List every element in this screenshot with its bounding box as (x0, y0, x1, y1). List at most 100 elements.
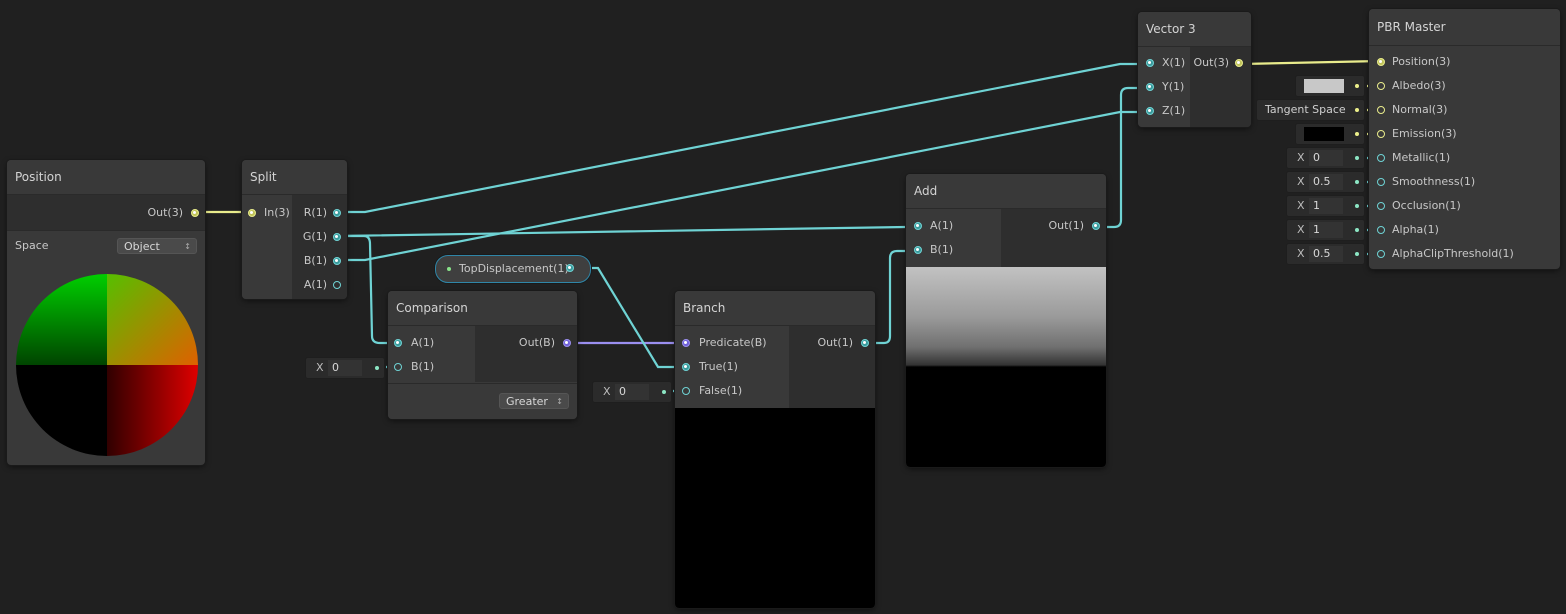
port-connector-icon[interactable] (1146, 59, 1154, 67)
output-port-r[interactable]: R(1) (292, 201, 347, 225)
add-node[interactable]: Add A(1) B(1) Out(1) (906, 174, 1106, 467)
port-connector-icon[interactable] (1377, 226, 1385, 234)
input-port-b[interactable]: B(1) (388, 355, 475, 379)
output-port-out[interactable]: Out(1) (1001, 214, 1106, 238)
input-port-alpha-clip-threshold[interactable]: AlphaClipThreshold(1) (1369, 242, 1560, 266)
node-title[interactable]: Branch (675, 291, 875, 326)
value-field[interactable]: 1 (1309, 222, 1343, 238)
alpha-input[interactable]: X 1 (1287, 220, 1364, 240)
port-connector-icon[interactable] (1377, 202, 1385, 210)
input-port-b[interactable]: B(1) (906, 238, 1001, 262)
port-connector-icon[interactable] (333, 257, 341, 265)
emission-color-input[interactable] (1296, 124, 1364, 144)
top-displacement-property-node[interactable]: TopDisplacement(1) (435, 255, 591, 283)
value-field[interactable]: 0 (328, 360, 362, 376)
branch-node[interactable]: Branch Predicate(B) True(1) False(1) Out… (675, 291, 875, 608)
normal-space-input[interactable]: Tangent Space (1257, 100, 1364, 120)
port-connector-icon[interactable] (914, 246, 922, 254)
port-label: Out(3) (147, 206, 183, 219)
smoothness-input[interactable]: X 0.5 (1287, 172, 1364, 192)
alpha-clip-threshold-input[interactable]: X 0.5 (1287, 244, 1364, 264)
input-port-a[interactable]: A(1) (388, 331, 475, 355)
port-connector-icon[interactable] (394, 339, 402, 347)
output-port-out[interactable]: Out(3) (85, 201, 205, 225)
port-connector-icon[interactable] (1146, 107, 1154, 115)
port-connector-icon[interactable] (333, 281, 341, 289)
branch-false-default-input[interactable]: X 0 (593, 382, 671, 402)
occlusion-input[interactable]: X 1 (1287, 196, 1364, 216)
input-port-metallic[interactable]: Metallic(1) (1369, 146, 1560, 170)
input-port-position[interactable]: Position(3) (1369, 50, 1560, 74)
node-title[interactable]: Comparison (388, 291, 577, 326)
port-connector-icon[interactable] (566, 264, 574, 272)
comparison-b-default-input[interactable]: X 0 (306, 358, 384, 378)
split-node[interactable]: Split In(3) R(1) G(1) B(1) A(1) (242, 160, 347, 299)
input-port-normal[interactable]: Normal(3) (1369, 98, 1560, 122)
vector3-node[interactable]: Vector 3 X(1) Y(1) Z(1) Out(3) (1138, 12, 1251, 127)
port-connector-icon[interactable] (1377, 58, 1385, 66)
emission-color-swatch[interactable] (1304, 127, 1344, 141)
space-dropdown[interactable]: Object ↕ (117, 238, 197, 254)
input-port-smoothness[interactable]: Smoothness(1) (1369, 170, 1560, 194)
port-connector-icon[interactable] (682, 387, 690, 395)
port-connector-icon[interactable] (861, 339, 869, 347)
output-port-out[interactable]: Out(B) (475, 331, 577, 355)
output-port-a[interactable]: A(1) (292, 273, 347, 297)
value-field[interactable]: 0 (1309, 150, 1343, 166)
port-connector-icon[interactable] (1377, 82, 1385, 90)
input-port-albedo[interactable]: Albedo(3) (1369, 74, 1560, 98)
value-field[interactable]: 0.5 (1309, 246, 1343, 262)
wire-split-g-to-add-a[interactable] (339, 225, 916, 238)
port-connector-icon[interactable] (191, 209, 199, 217)
port-connector-icon[interactable] (1377, 106, 1385, 114)
comparison-mode-dropdown[interactable]: Greater ↕ (499, 393, 569, 409)
comparison-node[interactable]: Comparison A(1) B(1) Out(B) Greater ↕ (388, 291, 577, 419)
node-title[interactable]: PBR Master (1369, 9, 1560, 46)
port-connector-icon[interactable] (1235, 59, 1243, 67)
port-connector-icon[interactable] (333, 233, 341, 241)
node-title[interactable]: Split (242, 160, 347, 195)
input-port-predicate[interactable]: Predicate(B) (675, 331, 789, 355)
input-port-y[interactable]: Y(1) (1138, 75, 1190, 99)
value-field[interactable]: 0 (615, 384, 649, 400)
port-connector-icon[interactable] (914, 222, 922, 230)
input-port-a[interactable]: A(1) (906, 214, 1001, 238)
port-connector-icon[interactable] (248, 209, 256, 217)
albedo-color-swatch[interactable] (1304, 79, 1344, 93)
port-connector-icon[interactable] (1092, 222, 1100, 230)
metallic-input[interactable]: X 0 (1287, 148, 1364, 168)
input-port-x[interactable]: X(1) (1138, 51, 1190, 75)
wire-vector3-to-pbr-position[interactable] (1241, 59, 1381, 66)
output-port-out[interactable]: Out(3) (1190, 51, 1251, 75)
port-connector-icon[interactable] (682, 363, 690, 371)
node-title[interactable]: Add (906, 174, 1106, 209)
value-field[interactable]: 1 (1309, 198, 1343, 214)
input-port-true[interactable]: True(1) (675, 355, 789, 379)
input-port-in[interactable]: In(3) (242, 201, 292, 225)
port-connector-icon[interactable] (333, 209, 341, 217)
node-title[interactable]: Vector 3 (1138, 12, 1251, 47)
value-field[interactable]: 0.5 (1309, 174, 1343, 190)
input-port-emission[interactable]: Emission(3) (1369, 122, 1560, 146)
position-node[interactable]: Position Out(3) Space Object ↕ (7, 160, 205, 465)
output-port-out[interactable]: Out(1) (789, 331, 875, 355)
pbr-master-node[interactable]: PBR Master Position(3) Albedo(3) Normal(… (1369, 9, 1560, 269)
input-port-occlusion[interactable]: Occlusion(1) (1369, 194, 1560, 218)
port-connector-icon[interactable] (394, 363, 402, 371)
port-connector-icon[interactable] (1146, 83, 1154, 91)
port-connector-icon[interactable] (1377, 250, 1385, 258)
node-title[interactable]: Position (7, 160, 205, 195)
port-connector-icon[interactable] (1377, 178, 1385, 186)
albedo-color-input[interactable] (1296, 76, 1364, 96)
port-connector-icon[interactable] (1377, 130, 1385, 138)
port-connector-icon[interactable] (1377, 154, 1385, 162)
connector-dot-icon (375, 366, 379, 370)
wire-topdisplacement-to-branch-true[interactable] (570, 266, 686, 369)
port-connector-icon[interactable] (682, 339, 690, 347)
output-port-g[interactable]: G(1) (292, 225, 347, 249)
input-port-false[interactable]: False(1) (675, 379, 789, 403)
output-port-b[interactable]: B(1) (292, 249, 347, 273)
port-connector-icon[interactable] (563, 339, 571, 347)
input-port-alpha[interactable]: Alpha(1) (1369, 218, 1560, 242)
input-port-z[interactable]: Z(1) (1138, 99, 1190, 123)
